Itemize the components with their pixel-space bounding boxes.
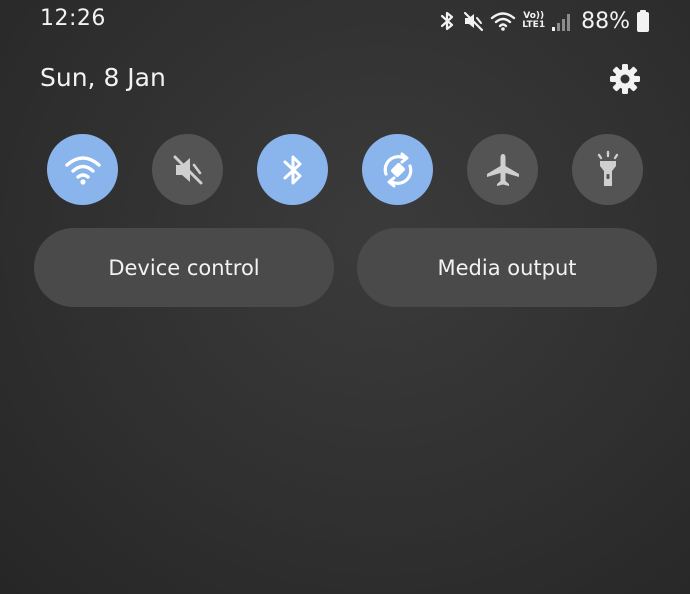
date-label: Sun, 8 Jan bbox=[40, 63, 166, 92]
flashlight-icon bbox=[591, 150, 625, 190]
tile-auto-rotate[interactable] bbox=[362, 134, 433, 205]
volte-lte-icon: Vo)) LTE1 bbox=[522, 12, 545, 30]
battery-icon bbox=[636, 9, 650, 33]
status-bar: 12:26 Vo)) LTE1 88% bbox=[0, 0, 690, 44]
status-clock: 12:26 bbox=[40, 6, 106, 31]
device-control-button[interactable]: Device control bbox=[34, 228, 334, 307]
tile-flashlight[interactable] bbox=[572, 134, 643, 205]
auto-rotate-icon bbox=[378, 150, 418, 190]
mute-icon bbox=[462, 10, 484, 32]
signal-icon bbox=[551, 10, 571, 32]
wifi-icon bbox=[64, 154, 102, 186]
quick-settings-tiles bbox=[47, 134, 647, 206]
bluetooth-icon bbox=[279, 152, 307, 188]
airplane-icon bbox=[483, 150, 523, 190]
bluetooth-icon bbox=[438, 10, 456, 32]
tile-sound[interactable] bbox=[152, 134, 223, 205]
gear-icon[interactable] bbox=[608, 62, 642, 96]
tile-airplane-mode[interactable] bbox=[467, 134, 538, 205]
status-icons: Vo)) LTE1 88% bbox=[438, 6, 650, 36]
tile-wifi[interactable] bbox=[47, 134, 118, 205]
mute-icon bbox=[170, 152, 206, 188]
lte-label: LTE1 bbox=[522, 20, 546, 30]
wifi-icon bbox=[490, 10, 516, 32]
media-output-button[interactable]: Media output bbox=[357, 228, 657, 307]
tile-bluetooth[interactable] bbox=[257, 134, 328, 205]
battery-percent: 88% bbox=[581, 8, 630, 34]
